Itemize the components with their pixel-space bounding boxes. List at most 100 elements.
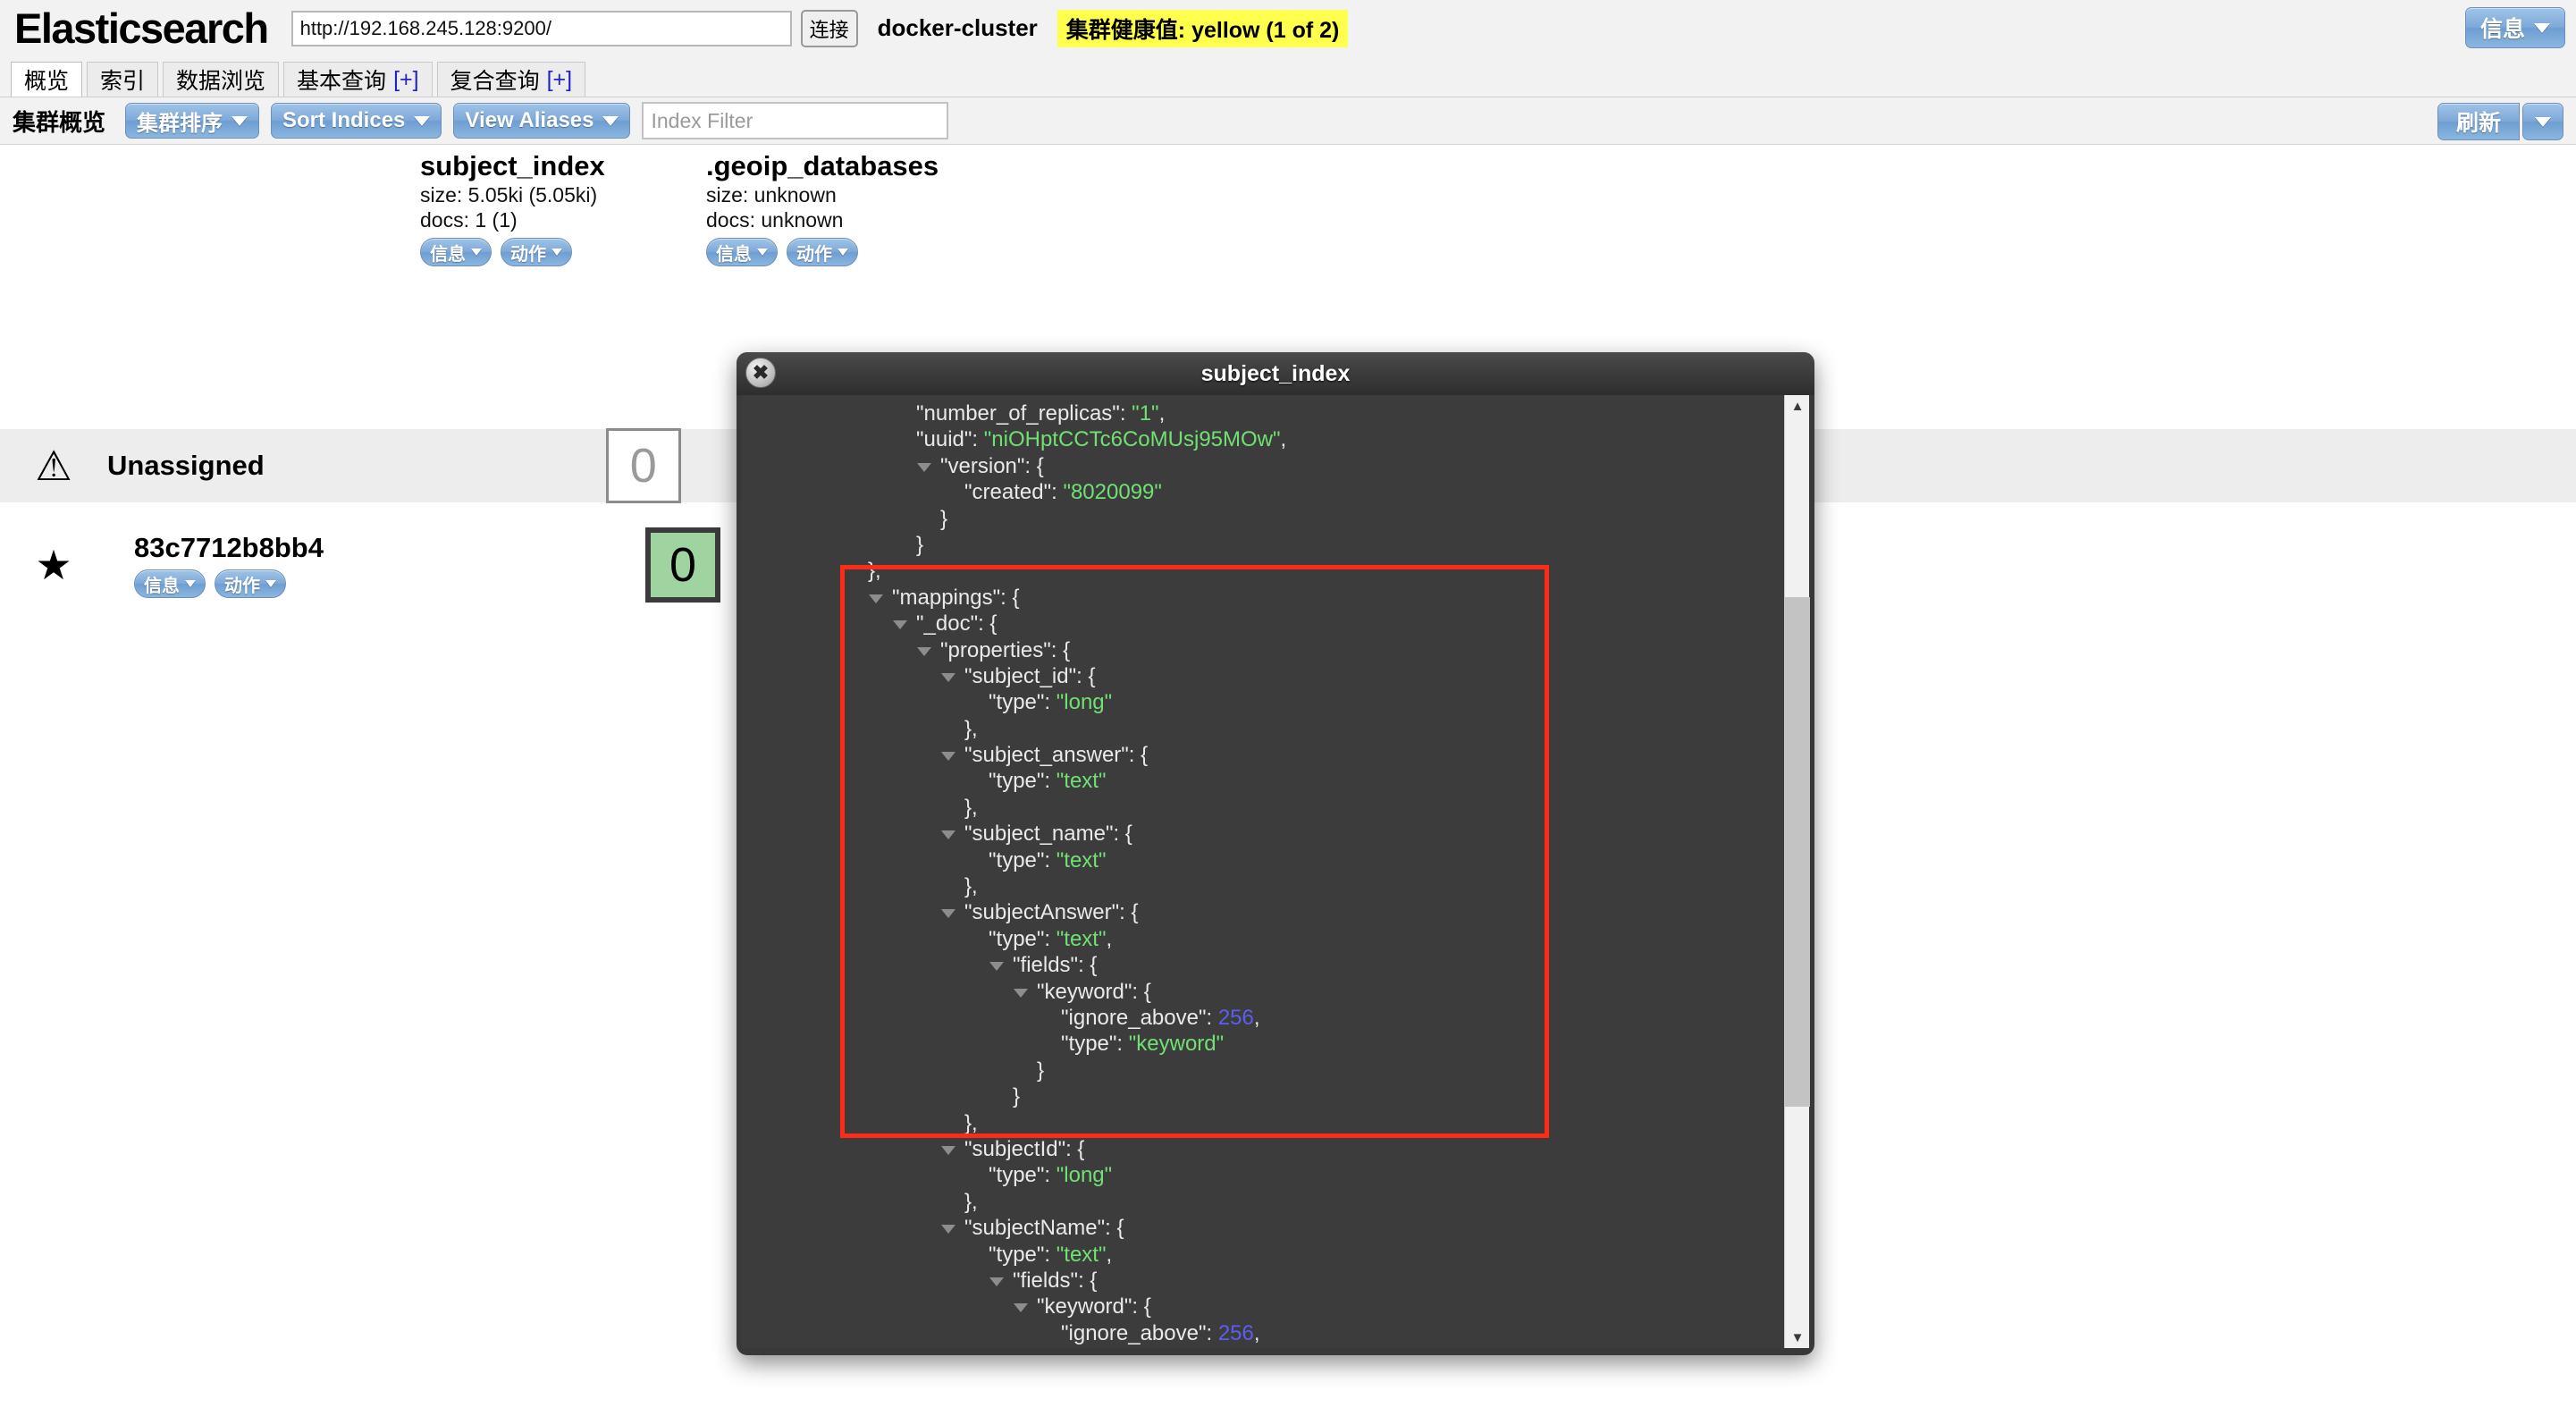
index-info-label: 信息 [430,244,466,265]
json-line: } [742,1058,1779,1083]
json-key: } [1013,1084,1021,1109]
json-line: "type": "text", [742,1242,1779,1268]
modal-title: subject_index [1200,360,1351,386]
node-action-button[interactable]: 动作 [215,569,286,598]
collapse-triangle-icon[interactable] [1014,1303,1028,1313]
collapse-triangle-icon[interactable] [941,752,955,762]
json-key: "type": [989,926,1056,951]
json-line: "_doc": { [742,611,1779,636]
json-value: 256 [1217,1320,1254,1345]
tab-overview[interactable]: 概览 [11,62,83,97]
json-viewer[interactable]: "number_of_replicas": "1", "uuid": "niOHp… [742,395,1779,1348]
index-size: size: unknown [706,183,837,206]
json-line: "subjectAnswer": { [742,899,1779,925]
index-actions: 信息 动作 [706,238,992,267]
json-key: }, [964,1189,978,1214]
tab-indices[interactable]: 索引 [87,62,159,97]
index-info-modal: ✖ subject_index "number_of_replicas": "1… [737,352,1814,1355]
header-info-button[interactable]: 信息 [2464,7,2565,48]
json-line: "ignore_above": 256, [742,1005,1779,1031]
sort-cluster-button[interactable]: 集群排序 [125,103,260,139]
index-action-button[interactable]: 动作 [501,238,572,267]
json-key: "keyword": { [1037,1294,1151,1319]
cluster-overview-label: 集群概览 [13,108,106,136]
modal-titlebar[interactable]: ✖ subject_index [737,352,1814,395]
tab-data-browse[interactable]: 数据浏览 [163,62,280,97]
app-title: Elasticsearch [14,4,269,52]
node-actions: 信息 动作 [134,569,324,598]
tabs-bar: 概览 索引 数据浏览 基本查询 [+] 复合查询 [+] [0,56,2576,97]
json-value: 256 [1217,1005,1254,1030]
toolbar: 集群概览 集群排序 Sort Indices View Aliases 刷新 [0,97,2576,145]
node-info-label: 信息 [144,576,180,596]
modal-scrollbar[interactable]: ▲ ▼ [1784,395,1810,1348]
sort-indices-button[interactable]: Sort Indices [271,103,442,139]
node-info-button[interactable]: 信息 [134,569,206,598]
json-key: "type": [989,847,1056,872]
json-key: } [940,506,948,531]
modal-scrollbar-thumb[interactable] [1785,597,1810,1107]
json-key: } [916,532,924,557]
collapse-triangle-icon[interactable] [941,1225,955,1235]
cluster-url-input[interactable] [290,10,792,46]
json-key: "ignore_above": [1061,1320,1218,1345]
tab-overview-label: 概览 [24,69,70,94]
json-key: "type": [989,1163,1056,1188]
refresh-dropdown-button[interactable] [2522,103,2563,140]
json-key: "mappings": { [892,585,1020,610]
tab-indices-label: 索引 [100,69,146,94]
index-info-label: 信息 [716,244,752,265]
json-value: "text" [1056,769,1107,794]
json-line: "type": "keyword" [742,1031,1779,1057]
view-aliases-label: View Aliases [465,108,594,132]
shard-box-unassigned[interactable]: 0 [605,428,681,503]
json-line: }, [742,1110,1779,1136]
json-line: }, [742,1189,1779,1215]
collapse-triangle-icon[interactable] [941,672,955,682]
json-key: "subject_name": { [964,822,1132,847]
index-info-button[interactable]: 信息 [706,238,778,267]
collapse-triangle-icon[interactable] [917,462,931,472]
collapse-triangle-icon[interactable] [869,594,883,603]
json-key: "uuid": [916,427,984,452]
refresh-button[interactable]: 刷新 [2437,103,2520,140]
tab-composite-query-plus[interactable]: [+] [547,67,573,93]
chevron-down-icon [2535,116,2551,127]
json-value: "text" [1056,1242,1107,1267]
json-line: "number_of_replicas": "1", [742,400,1779,426]
shard-box-primary[interactable]: 0 [644,527,720,603]
tab-basic-query[interactable]: 基本查询 [+] [283,62,433,97]
tab-basic-query-plus[interactable]: [+] [393,67,419,93]
index-action-label: 动作 [510,244,546,265]
index-name: .geoip_databases [706,150,939,181]
header-bar: Elasticsearch 连接 docker-cluster 集群健康值: y… [0,0,2576,56]
collapse-triangle-icon[interactable] [941,1145,955,1155]
collapse-triangle-icon[interactable] [941,909,955,919]
json-line: "keyword": { [742,1294,1779,1319]
json-value: "8020099" [1063,480,1162,505]
scroll-down-icon[interactable]: ▼ [1785,1327,1810,1348]
json-line: "type": "text" [742,847,1779,873]
collapse-triangle-icon[interactable] [989,1277,1004,1286]
index-info-button[interactable]: 信息 [420,238,492,267]
collapse-triangle-icon[interactable] [989,962,1004,972]
collapse-triangle-icon[interactable] [941,830,955,840]
node-action-label: 动作 [224,576,260,596]
close-icon[interactable]: ✖ [745,358,776,388]
chevron-down-icon [414,115,431,126]
json-key: "type": [989,1242,1056,1267]
index-action-button[interactable]: 动作 [787,238,858,267]
json-line: }, [742,716,1779,742]
scroll-up-icon[interactable]: ▲ [1785,395,1810,417]
collapse-triangle-icon[interactable] [1014,988,1028,998]
view-aliases-button[interactable]: View Aliases [453,103,631,139]
json-key: "subjectId": { [964,1136,1085,1161]
tab-composite-query[interactable]: 复合查询 [+] [436,62,586,97]
json-key: "properties": { [940,637,1071,662]
cluster-health-badge: 集群健康值: yellow (1 of 2) [1056,9,1349,47]
index-filter-input[interactable] [642,102,949,139]
connect-button[interactable]: 连接 [800,9,858,47]
json-line: "ignore_above": 256, [742,1320,1779,1346]
collapse-triangle-icon[interactable] [893,620,907,630]
collapse-triangle-icon[interactable] [917,646,931,656]
